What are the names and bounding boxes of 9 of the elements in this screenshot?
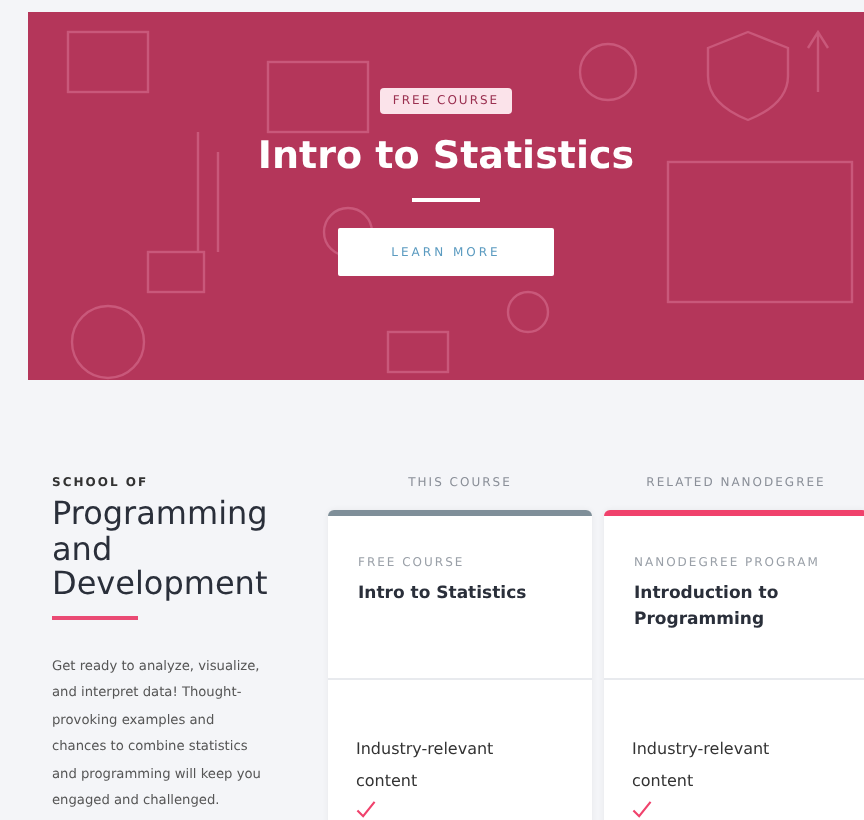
feature-text: Industry-relevant content: [356, 738, 496, 793]
feature-text: Industry-relevant content: [632, 738, 772, 793]
check-icon: [632, 800, 652, 818]
card-title: Intro to Statistics: [358, 582, 529, 608]
school-title: Programming and Development: [52, 496, 270, 601]
course-title: Intro to Statistics: [257, 134, 635, 178]
card-title: Introduction to Programming: [634, 582, 781, 634]
check-icon: [356, 800, 376, 818]
accent-underline: [52, 615, 138, 619]
